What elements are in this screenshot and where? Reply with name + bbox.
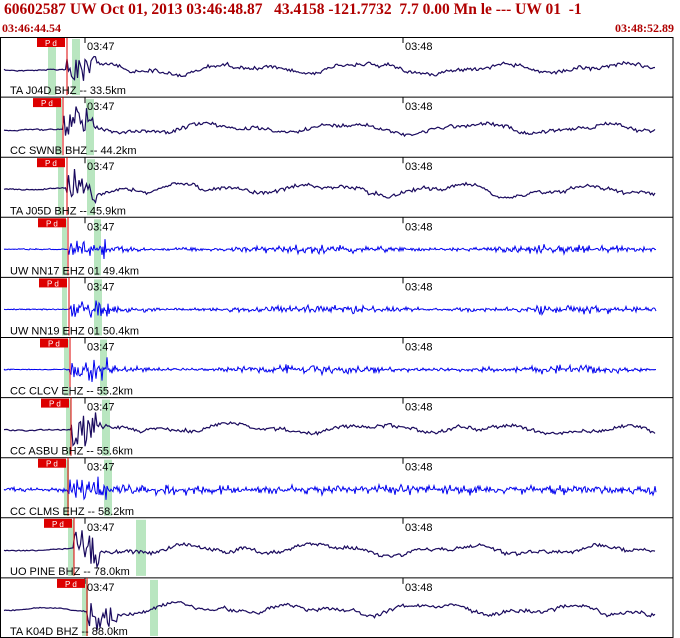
pick-label: P d (49, 400, 61, 409)
pick-label: P d (48, 340, 60, 349)
trace-row-3: 03:47 03:48 P d TA J05D BHZ -- 45.9km (0, 157, 673, 218)
minute-label: 03:47 (87, 101, 115, 113)
minute-label: 03:48 (405, 281, 433, 293)
trace-row-1: 03:47 03:48 P d TA J04D BHZ -- 33.5km (0, 37, 673, 98)
minute-label: 03:47 (87, 41, 115, 53)
waveform (3, 476, 657, 501)
station-label: TA J04D BHZ -- 33.5km (10, 85, 126, 97)
trace-row-8: 03:47 03:48 P d CC CLMS EHZ -- 58.2km (0, 457, 673, 519)
trace-row-10: 03:47 03:48 P d TA K04D BHZ -- 88.0km (0, 577, 673, 638)
waveform (3, 412, 656, 447)
waveform (3, 55, 656, 81)
waveform (3, 530, 656, 570)
waveform (3, 239, 657, 260)
minute-label: 03:47 (87, 402, 115, 414)
minute-label: 03:47 (87, 462, 115, 474)
station-label: CC CLCV EHZ -- 55.2km (10, 386, 133, 398)
minute-label: 03:47 (87, 281, 115, 293)
station-label: UO PINE BHZ -- 78.0km (10, 566, 130, 578)
minute-label: 03:48 (405, 101, 433, 113)
seismogram-plot: 03:47 03:48P dTA J04D BHZ -- 33.5km03:47 0… (0, 37, 674, 638)
pick-label: P d (45, 39, 57, 48)
minute-label: 03:48 (405, 402, 433, 414)
pick-label: P d (41, 99, 53, 108)
station-label: CC SWNB BHZ -- 44.2km (10, 145, 137, 157)
trace-row-5: 03:47 03:48 P d UW NN19 EHZ 01 50.4km (0, 277, 673, 338)
pick-label: P d (52, 520, 64, 529)
station-label: TA K04D BHZ -- 88.0km (10, 626, 128, 638)
station-label: UW NN19 EHZ 01 50.4km (10, 326, 139, 338)
minute-label: 03:48 (405, 41, 433, 53)
trace-row-2: 03:47 03:48 P d CC SWNB BHZ -- 44.2km (0, 97, 673, 158)
minute-label: 03:48 (405, 582, 433, 594)
minute-label: 03:47 (87, 522, 115, 534)
pick-label: P d (47, 279, 59, 288)
trace-row-4: 03:47 03:48 P d UW NN17 EHZ 01 49.4km (0, 217, 673, 278)
station-label: CC CLMS EHZ -- 58.2km (10, 506, 134, 518)
minute-label: 03:48 (405, 221, 433, 233)
minute-label: 03:47 (87, 582, 115, 594)
pick-label: P d (46, 219, 58, 228)
phase-window (136, 519, 146, 576)
minute-label: 03:48 (405, 342, 433, 354)
minute-label: 03:48 (405, 462, 433, 474)
minute-label: 03:47 (87, 342, 115, 354)
station-label: CC ASBU BHZ -- 55.6km (10, 446, 133, 458)
minute-label: 03:48 (405, 161, 433, 173)
minute-label: 03:47 (87, 221, 115, 233)
pick-label: P d (65, 580, 77, 589)
minute-label: 03:47 (87, 161, 115, 173)
pick-label: P d (45, 159, 57, 168)
trace-row-7: 03:47 03:48 P d CC ASBU BHZ -- 55.6km (0, 397, 673, 459)
station-label: TA J05D BHZ -- 45.9km (10, 205, 126, 217)
trace-row-9: 03:47 03:48 P d UO PINE BHZ -- 78.0km (0, 517, 673, 579)
station-label: UW NN17 EHZ 01 49.4km (10, 265, 139, 277)
pick-label: P d (46, 460, 58, 469)
trace-row-6: 03:47 03:48 P d CC CLCV EHZ -- 55.2km (0, 337, 673, 399)
minute-label: 03:48 (405, 522, 433, 534)
waveform (3, 168, 656, 204)
